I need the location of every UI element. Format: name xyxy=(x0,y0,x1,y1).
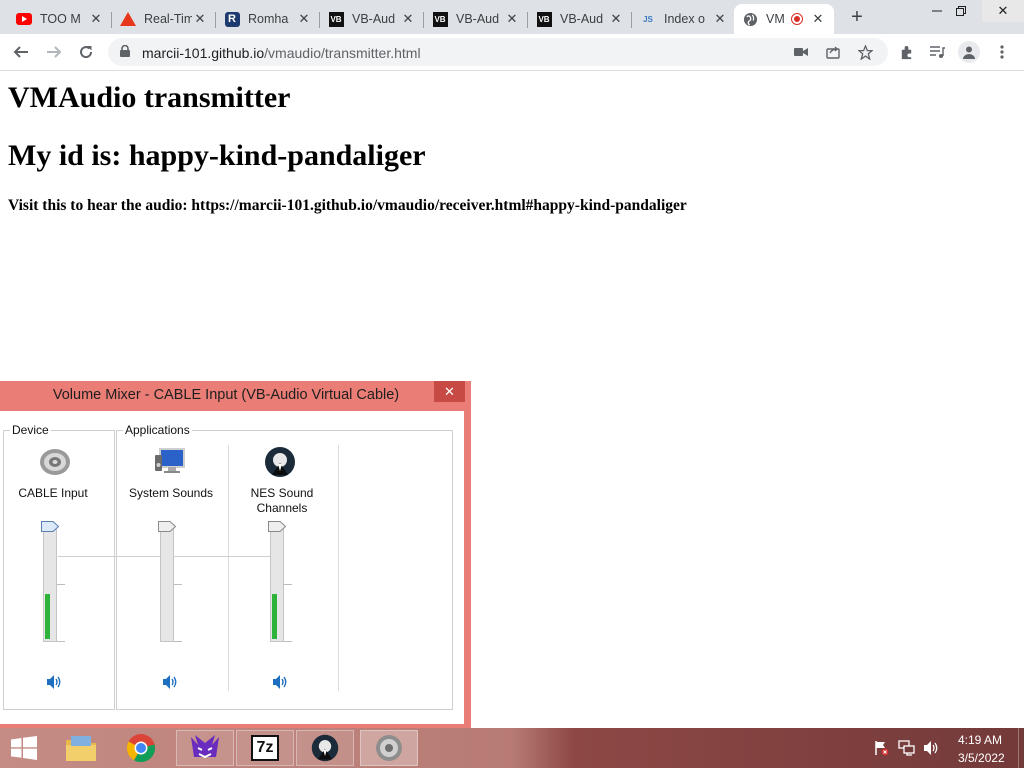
close-icon[interactable]: ✕ xyxy=(504,11,520,27)
vb-icon: VB xyxy=(328,11,344,27)
network-icon[interactable] xyxy=(898,740,916,756)
nes-app-icon[interactable] xyxy=(296,730,354,766)
tab-strip: TOO M ✕ Real-Tim ✕ R Romha ✕ VB VB-Aud ✕… xyxy=(0,0,1024,34)
tab-title: VB-Aud xyxy=(560,12,604,26)
tab-title: Real-Tim xyxy=(144,12,192,26)
clock-date[interactable]: 3/5/2022 xyxy=(958,751,1005,765)
tab-vb-audio-3[interactable]: VB VB-Aud ✕ xyxy=(528,4,632,34)
tab-index-of[interactable]: JS Index o ✕ xyxy=(632,4,736,34)
channel-name: System Sounds xyxy=(128,486,214,500)
mixer-body: Device Applications CABLE Input System S… xyxy=(0,411,464,724)
js-icon: JS xyxy=(643,14,653,24)
close-icon[interactable]: ✕ xyxy=(810,11,826,27)
channel-name: NES Sound Channels xyxy=(250,486,314,515)
clock-time[interactable]: 4:19 AM xyxy=(958,733,1002,747)
tab-title: Romha xyxy=(248,12,289,26)
extensions-icon[interactable] xyxy=(896,42,916,62)
speaker-mute-icon[interactable] xyxy=(45,674,63,690)
share-icon[interactable] xyxy=(824,43,842,61)
tab-vb-audio-1[interactable]: VB VB-Aud ✕ xyxy=(320,4,424,34)
7zip-icon[interactable]: 7z xyxy=(236,730,294,766)
media-control-icon[interactable] xyxy=(927,42,947,62)
speaker-mute-icon[interactable] xyxy=(271,674,289,690)
close-icon[interactable]: ✕ xyxy=(296,11,312,27)
r-icon: R xyxy=(224,11,240,27)
windows-start-icon[interactable] xyxy=(0,730,48,766)
new-tab-button[interactable]: + xyxy=(846,6,868,28)
channel-name: CABLE Input xyxy=(18,486,88,500)
tab-vb-audio-2[interactable]: VB VB-Aud ✕ xyxy=(424,4,528,34)
close-icon[interactable]: ✕ xyxy=(434,381,465,402)
profile-avatar-icon[interactable] xyxy=(958,41,980,63)
restore-icon[interactable] xyxy=(946,0,976,22)
close-icon[interactable]: ✕ xyxy=(712,11,728,27)
tab-romhacking[interactable]: R Romha ✕ xyxy=(216,4,320,34)
close-icon[interactable]: ✕ xyxy=(400,11,416,27)
close-icon[interactable]: ✕ xyxy=(192,11,208,27)
vb-icon: VB xyxy=(536,11,552,27)
tab-title: VM xyxy=(766,12,785,26)
globe-icon xyxy=(742,11,758,27)
speaker-device-icon[interactable] xyxy=(38,445,72,479)
tab-title: Index o xyxy=(664,12,706,26)
chrome-icon[interactable] xyxy=(112,730,170,766)
bookmark-star-icon[interactable] xyxy=(856,43,874,61)
device-group-label: Device xyxy=(10,423,51,437)
slider-thumb[interactable] xyxy=(41,521,59,532)
page-title: VMAudio transmitter xyxy=(8,81,291,114)
volume-mixer-window: Volume Mixer - CABLE Input (VB-Audio Vir… xyxy=(0,381,471,729)
close-icon[interactable]: ✕ xyxy=(608,11,624,27)
applications-group-label: Applications xyxy=(123,423,192,437)
system-sounds-icon[interactable] xyxy=(154,445,188,479)
address-bar[interactable]: marcii-101.github.io/vmaudio/transmitter… xyxy=(108,38,888,66)
transmitter-id-heading: My id is: happy-kind-pandaliger xyxy=(8,139,426,172)
recording-icon xyxy=(790,13,803,25)
tab-title: VB-Aud xyxy=(352,12,396,26)
menu-kebab-icon[interactable] xyxy=(992,42,1012,62)
action-center-flag-icon[interactable] xyxy=(873,740,889,756)
show-desktop-button[interactable] xyxy=(1018,728,1024,768)
nes-app-icon[interactable] xyxy=(263,445,297,479)
reload-icon[interactable] xyxy=(74,40,98,64)
browser-toolbar: marcii-101.github.io/vmaudio/transmitter… xyxy=(0,34,1024,71)
tab-youtube[interactable]: TOO M ✕ xyxy=(8,4,112,34)
taskbar: 7z 4:19 AM 3/5/2022 xyxy=(0,728,1024,768)
camera-icon[interactable] xyxy=(792,43,810,61)
receiver-link-text: Visit this to hear the audio: https://ma… xyxy=(8,197,687,214)
triangle-icon xyxy=(120,11,136,27)
game-icon[interactable] xyxy=(176,730,234,766)
speaker-mute-icon[interactable] xyxy=(161,674,179,690)
tab-vmaudio-active[interactable]: VM ✕ xyxy=(734,4,834,34)
speaker-volume-icon[interactable] xyxy=(922,740,940,756)
tab-real-time[interactable]: Real-Tim ✕ xyxy=(112,4,216,34)
tab-title: VB-Aud xyxy=(456,12,500,26)
volume-mixer-icon[interactable] xyxy=(360,730,418,766)
forward-icon[interactable] xyxy=(42,40,66,64)
lock-icon[interactable] xyxy=(120,45,130,57)
url-text[interactable]: marcii-101.github.io/vmaudio/transmitter… xyxy=(142,45,421,61)
back-icon[interactable] xyxy=(9,40,33,64)
window-close-icon[interactable]: ✕ xyxy=(982,0,1024,22)
youtube-icon xyxy=(16,11,32,27)
slider-thumb[interactable] xyxy=(268,521,286,532)
close-icon[interactable]: ✕ xyxy=(88,11,104,27)
file-explorer-icon[interactable] xyxy=(52,730,110,766)
vb-icon: VB xyxy=(432,11,448,27)
tab-title: TOO M xyxy=(40,12,81,26)
window-title: Volume Mixer - CABLE Input (VB-Audio Vir… xyxy=(52,387,400,403)
slider-thumb[interactable] xyxy=(158,521,176,532)
